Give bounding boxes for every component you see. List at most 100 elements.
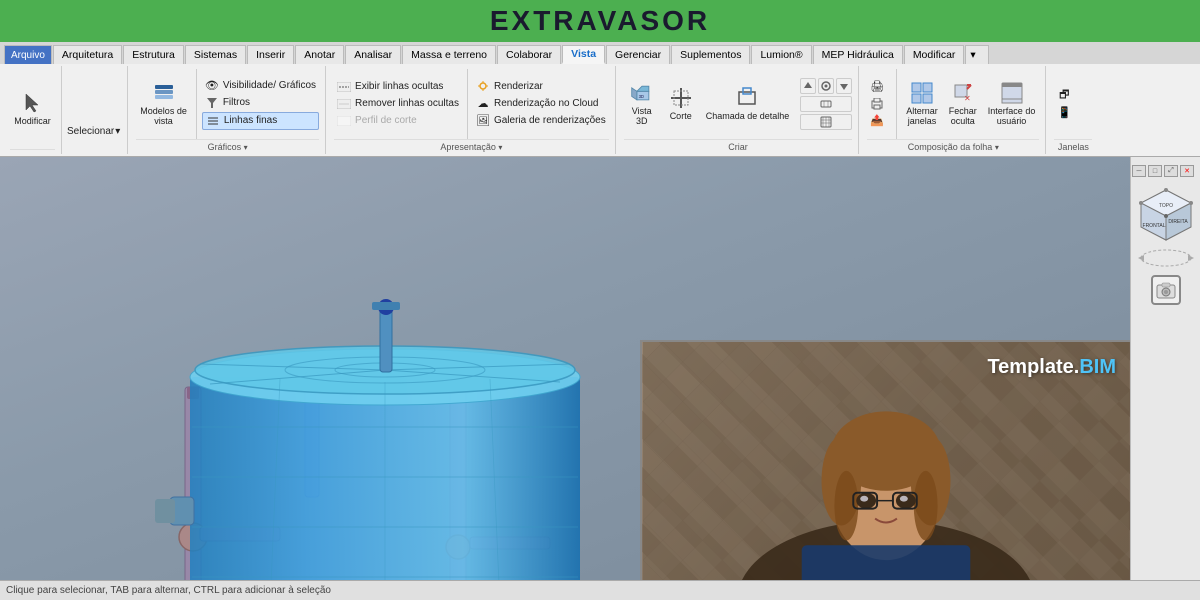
tab-estrutura[interactable]: Estrutura: [123, 45, 184, 64]
fechar-oculta-button[interactable]: ✕ Fecharoculta: [945, 79, 981, 128]
ribbon-tab-bar: Arquivo Arquitetura Estrutura Sistemas I…: [0, 42, 1200, 64]
nav-control-5[interactable]: [800, 114, 852, 130]
cursor-icon: [21, 91, 45, 115]
render-cloud-label: Renderização no Cloud: [494, 98, 599, 109]
nav-control-4[interactable]: [800, 96, 852, 112]
view-cube-svg[interactable]: TOPO DIREITA FRONTAL: [1136, 185, 1196, 245]
remover-linhas-button[interactable]: Remover linhas ocultas: [334, 96, 462, 112]
remover-linhas-label: Remover linhas ocultas: [355, 98, 459, 109]
group-sheet-comp: 🖨 📤: [861, 66, 1046, 154]
sep1: [196, 69, 197, 139]
main-area: Template.BIM ─ □ ⤢ ✕ TO: [0, 157, 1200, 580]
right-panel: ─ □ ⤢ ✕ TOPO DIREITA FRONTAL: [1130, 157, 1200, 580]
scene-container: Template.BIM: [0, 157, 1130, 580]
selecionar-label: Selecionar: [67, 126, 114, 137]
interface-usuario-label: Interface dousuário: [988, 106, 1036, 126]
window-controls: ─ □ ⤢ ✕: [1132, 165, 1194, 177]
filter-icon: [205, 96, 219, 110]
tab-gerenciar[interactable]: Gerenciar: [606, 45, 670, 64]
linhas-finas-button[interactable]: Linhas finas: [202, 112, 319, 130]
camera-button[interactable]: [1151, 275, 1181, 305]
alternar-janelas-button[interactable]: Alternarjanelas: [902, 79, 942, 128]
group-create-items: 3D Vista3D Corte: [624, 68, 853, 139]
tab-mep[interactable]: MEP Hidráulica: [813, 45, 903, 64]
corte-button[interactable]: Corte: [663, 84, 699, 123]
modify-label: Modificar: [14, 116, 51, 126]
visibilidade-graficos-button[interactable]: 👁 Visibilidade/ Gráficos: [202, 78, 319, 94]
render-cloud-button[interactable]: ☁ Renderização no Cloud: [473, 96, 609, 112]
janelas-small-2[interactable]: 📱: [1054, 104, 1074, 120]
corte-label: Corte: [670, 111, 692, 121]
group-presentation-items: Exibir linhas ocultas Remover linhas ocu…: [334, 68, 609, 139]
tab-modificar[interactable]: Modificar: [904, 45, 965, 64]
tab-arquitetura[interactable]: Arquitetura: [53, 45, 122, 64]
group-janelas: 🗗 📱 Janelas: [1048, 66, 1098, 154]
ribbon-content: Modificar Selecionar ▾: [0, 64, 1200, 156]
hidden-lines-icon: [337, 80, 351, 94]
renderizar-label: Renderizar: [494, 81, 543, 92]
viewport-3d[interactable]: Template.BIM: [0, 157, 1130, 580]
status-bar: Clique para selecionar, TAB para alterna…: [0, 580, 1200, 600]
print2-icon: [870, 97, 884, 111]
galeria-render-button[interactable]: 🖼 Galeria de renderizações: [473, 113, 609, 129]
tab-massa-terreno[interactable]: Massa e terreno: [402, 45, 496, 64]
perfil-corte-button[interactable]: Perfil de corte: [334, 113, 462, 129]
print2-btn[interactable]: [867, 96, 887, 112]
group-create-label: Criar: [624, 139, 853, 152]
eye-icon: 👁: [205, 79, 219, 93]
group-janelas-label: Janelas: [1054, 139, 1092, 152]
sheet-col-print: 🖨 📤: [867, 79, 887, 129]
visibilidade-label: Visibilidade/ Gráficos: [223, 80, 316, 91]
group-modify-label: [10, 149, 55, 152]
tab-lumion[interactable]: Lumion®: [751, 45, 811, 64]
restore-button[interactable]: □: [1148, 165, 1162, 177]
perfil-corte-label: Perfil de corte: [355, 115, 417, 126]
tab-arquivo[interactable]: Arquivo: [4, 45, 52, 64]
galeria-label: Galeria de renderizações: [494, 115, 606, 126]
remove-lines-icon: [337, 97, 351, 111]
print-icon: 🖨: [870, 80, 884, 94]
presentation-col1: Exibir linhas ocultas Remover linhas ocu…: [334, 79, 462, 129]
filtros-button[interactable]: Filtros: [202, 95, 319, 111]
nav-control-1[interactable]: [800, 78, 816, 94]
export-icon: 📤: [870, 114, 884, 128]
close-button[interactable]: ✕: [1180, 165, 1194, 177]
tab-extra[interactable]: ▾: [965, 45, 989, 64]
tab-inserir[interactable]: Inserir: [247, 45, 294, 64]
group-janelas-items: 🗗 📱: [1054, 68, 1092, 139]
graphics-small-items: 👁 Visibilidade/ Gráficos Filtros: [202, 78, 319, 130]
nav-control-3[interactable]: [836, 78, 852, 94]
group-graphics-items: Modelos devista 👁 Visibilidade/ Gráficos: [136, 68, 319, 139]
interface-usuario-button[interactable]: Interface dousuário: [984, 79, 1040, 128]
modelos-vista-button[interactable]: Modelos devista: [136, 79, 191, 128]
print-btn[interactable]: 🖨: [867, 79, 887, 95]
sep2: [467, 69, 468, 139]
chamada-detalhe-button[interactable]: Chamada de detalhe: [702, 84, 794, 123]
selecionar-dropdown[interactable]: Selecionar ▾: [64, 125, 123, 138]
tab-sistemas[interactable]: Sistemas: [185, 45, 246, 64]
tab-anotar[interactable]: Anotar: [295, 45, 344, 64]
nav-control-2[interactable]: [818, 78, 834, 94]
group-modify: Modificar: [4, 66, 62, 154]
modify-button[interactable]: Modificar: [10, 89, 55, 128]
vista3d-button[interactable]: 3D Vista3D: [624, 79, 660, 128]
group-presentation: Exibir linhas ocultas Remover linhas ocu…: [328, 66, 616, 154]
minimize-button[interactable]: ─: [1132, 165, 1146, 177]
maximize-button[interactable]: ⤢: [1164, 165, 1178, 177]
tab-vista[interactable]: Vista: [562, 45, 605, 64]
renderizar-button[interactable]: Renderizar: [473, 79, 609, 95]
tab-colaborar[interactable]: Colaborar: [497, 45, 561, 64]
export-btn[interactable]: 📤: [867, 113, 887, 129]
group-graphics-label: Gráficos ▾: [136, 139, 319, 152]
tab-suplementos[interactable]: Suplementos: [671, 45, 750, 64]
layers-icon: [152, 81, 176, 105]
fechar-oculta-label: Fecharoculta: [949, 106, 977, 126]
janelas-small-1[interactable]: 🗗: [1054, 87, 1074, 103]
ribbon: Arquivo Arquitetura Estrutura Sistemas I…: [0, 42, 1200, 157]
tab-analisar[interactable]: Analisar: [345, 45, 401, 64]
orbit-arrows[interactable]: [1136, 249, 1196, 267]
exibir-linhas-button[interactable]: Exibir linhas ocultas: [334, 79, 462, 95]
cut-icon: [669, 86, 693, 110]
3d-icon: 3D: [630, 81, 654, 105]
page-title: EXTRAVASOR: [490, 5, 710, 37]
